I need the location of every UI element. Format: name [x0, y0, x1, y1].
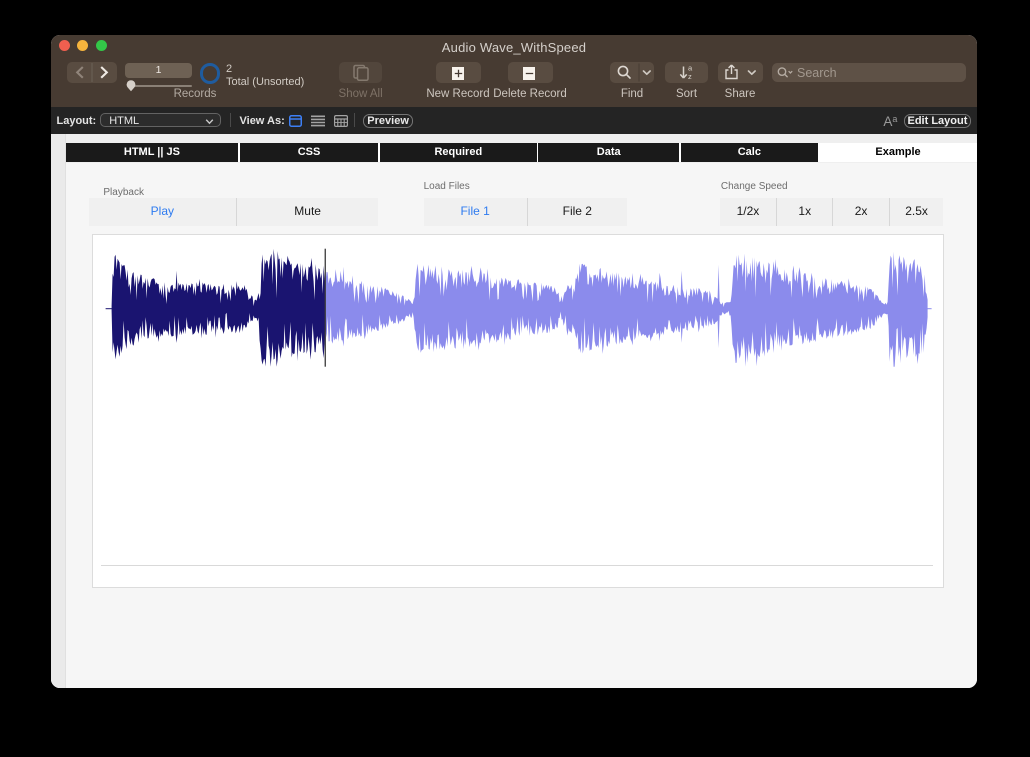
svg-text:z: z: [688, 72, 692, 81]
